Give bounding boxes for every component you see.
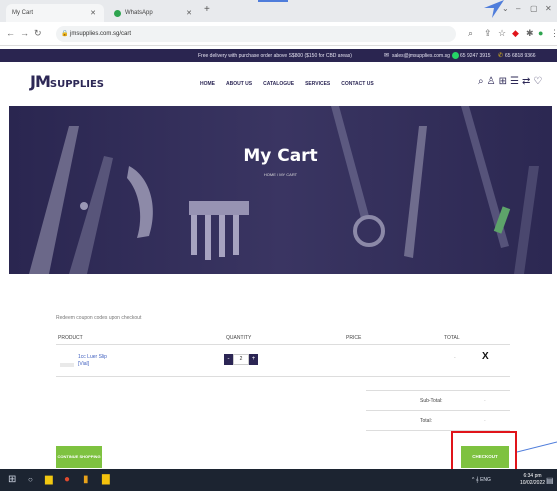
- profile-avatar-icon[interactable]: ●: [538, 28, 543, 38]
- compare-icon[interactable]: ⇄: [522, 76, 530, 87]
- drag-indicator: [258, 0, 288, 2]
- phone-icon: ✆: [498, 53, 504, 59]
- tab-my-cart[interactable]: My Cart ✕: [6, 4, 104, 22]
- table-row: 1cc Luer Slip [Vial] - 2 + - X: [56, 345, 510, 377]
- page-title: My Cart: [243, 146, 318, 166]
- subtotal-label: Sub-Total:: [420, 398, 443, 404]
- reload-icon[interactable]: ↻: [34, 28, 42, 39]
- subtotal-row: Sub-Total: -: [366, 391, 510, 411]
- coupon-notice: Redeem coupon codes upon checkout: [56, 315, 142, 321]
- product-variant: [Vial]: [78, 361, 90, 367]
- close-window-icon[interactable]: ✕: [545, 4, 552, 13]
- promo-email[interactable]: sales@jmsupplies.com.sg: [392, 53, 450, 59]
- remove-item-button[interactable]: X: [482, 351, 489, 362]
- wishlist-icon[interactable]: ♡: [533, 76, 542, 87]
- file-explorer-icon[interactable]: ▆: [45, 474, 53, 485]
- clock-time: 6:34 pm: [523, 473, 542, 479]
- notifications-icon[interactable]: ▤: [546, 476, 554, 485]
- total-label: Total:: [420, 418, 432, 424]
- new-tab-button[interactable]: +: [204, 4, 210, 15]
- callout-line: [517, 441, 557, 453]
- promo-phone-1[interactable]: 65 9247 3915: [460, 53, 491, 59]
- zoom-icon[interactable]: ⌕: [468, 28, 473, 39]
- back-icon[interactable]: ←: [6, 28, 15, 38]
- col-quantity: QUANTITY: [226, 335, 252, 341]
- address-bar-row: ← → ↻ 🔒 jmsupplies.com.sg/cart ⌕ ⇪ ☆ ◆ ✱…: [0, 22, 557, 46]
- chrome-icon[interactable]: ●: [64, 474, 70, 485]
- main-nav: HOME ABOUT US CATALOGUE SERVICES CONTACT…: [200, 81, 374, 87]
- logo-mark: JM: [30, 72, 51, 91]
- subtotal-value: -: [484, 398, 486, 404]
- quote-icon[interactable]: ☰: [510, 76, 519, 87]
- col-product: PRODUCT: [58, 335, 83, 341]
- tab-label: My Cart: [12, 10, 33, 16]
- col-price: PRICE: [346, 335, 362, 341]
- decrease-quantity-button[interactable]: -: [224, 354, 233, 365]
- forward-icon[interactable]: →: [20, 28, 29, 38]
- annotation-arrow-icon: [484, 0, 504, 18]
- clock-date: 10/02/2022: [520, 480, 546, 486]
- cart-totals: Sub-Total: - Total: -: [366, 390, 510, 431]
- line-total: -: [454, 355, 456, 361]
- user-icon[interactable]: ♙: [487, 76, 496, 87]
- total-value: -: [484, 418, 486, 424]
- product-title[interactable]: 1cc Luer Slip: [78, 354, 107, 361]
- nav-item-services[interactable]: SERVICES: [305, 81, 330, 87]
- breadcrumb: HOME / MY CART: [263, 172, 298, 177]
- promo-phone-2[interactable]: 65 6818 9366: [505, 53, 536, 59]
- quantity-stepper: - 2 +: [224, 354, 258, 365]
- extension-icon[interactable]: ◆: [512, 28, 519, 39]
- tab-label: WhatsApp: [125, 10, 153, 16]
- nav-item-catalogue[interactable]: CATALOGUE: [263, 81, 294, 87]
- search-icon[interactable]: ○: [28, 475, 33, 484]
- product-name[interactable]: 1cc Luer Slip [Vial]: [78, 354, 107, 368]
- continue-shopping-button[interactable]: CONTINUE SHOPPING: [56, 446, 102, 468]
- clock[interactable]: 6:34 pm 10/02/2022: [520, 473, 545, 487]
- nav-item-about[interactable]: ABOUT US: [226, 81, 252, 87]
- cart-icon[interactable]: ⊞: [499, 76, 507, 87]
- surgical-instruments-image: [9, 106, 552, 274]
- app-icon[interactable]: ▮: [83, 474, 89, 485]
- promo-bar: Free delivery with purchase order above …: [0, 49, 557, 62]
- share-icon[interactable]: ⇪: [484, 28, 492, 39]
- whatsapp-icon: [114, 9, 121, 17]
- tab-search-icon[interactable]: ⌄: [502, 4, 509, 13]
- more-menu-icon[interactable]: ⋮: [550, 28, 557, 39]
- site-logo[interactable]: JMSUPPLIES: [30, 72, 104, 91]
- product-thumbnail[interactable]: [60, 363, 74, 367]
- nav-item-contact[interactable]: CONTACT US: [341, 81, 373, 87]
- promo-message: Free delivery with purchase order above …: [198, 53, 352, 59]
- increase-quantity-button[interactable]: +: [249, 354, 258, 365]
- cart-table-header: PRODUCT QUANTITY PRICE TOTAL: [56, 333, 510, 345]
- system-tray[interactable]: ^ 𝄞 ENG: [472, 477, 491, 483]
- site-header: JMSUPPLIES HOME ABOUT US CATALOGUE SERVI…: [0, 62, 557, 106]
- quantity-input[interactable]: 2: [233, 354, 249, 365]
- url-text: jmsupplies.com.sg/cart: [70, 31, 132, 37]
- browser-tab-bar: My Cart ✕ WhatsApp ✕ + ⌄ – ▢ ✕: [0, 0, 557, 22]
- close-tab-icon[interactable]: ✕: [186, 9, 192, 17]
- hero-banner: My Cart HOME / MY CART: [9, 106, 552, 274]
- tab-whatsapp[interactable]: WhatsApp ✕: [108, 4, 200, 22]
- total-row: Total: -: [366, 411, 510, 431]
- bookmark-star-icon[interactable]: ☆: [498, 28, 506, 39]
- header-icons: ⌕ ♙ ⊞ ☰ ⇄ ♡: [478, 76, 542, 87]
- search-icon[interactable]: ⌕: [478, 76, 484, 87]
- windows-start-icon[interactable]: ⊞: [8, 474, 16, 485]
- close-tab-icon[interactable]: ✕: [90, 9, 96, 17]
- col-total: TOTAL: [444, 335, 460, 341]
- nav-item-home[interactable]: HOME: [200, 81, 215, 87]
- lock-icon: 🔒: [61, 31, 69, 37]
- email-icon: ✉: [384, 53, 390, 59]
- extensions-puzzle-icon[interactable]: ✱: [526, 28, 534, 39]
- logo-text: SUPPLIES: [49, 79, 104, 90]
- url-field[interactable]: 🔒 jmsupplies.com.sg/cart: [56, 26, 456, 42]
- sticky-notes-icon[interactable]: ▇: [102, 474, 110, 485]
- whatsapp-icon: [452, 52, 459, 59]
- windows-taskbar: ⊞ ○ ▆ ● ▮ ▇ ^ 𝄞 ENG 6:34 pm 10/02/2022 ▤: [0, 469, 557, 491]
- minimize-icon[interactable]: –: [516, 4, 520, 13]
- maximize-icon[interactable]: ▢: [530, 4, 538, 13]
